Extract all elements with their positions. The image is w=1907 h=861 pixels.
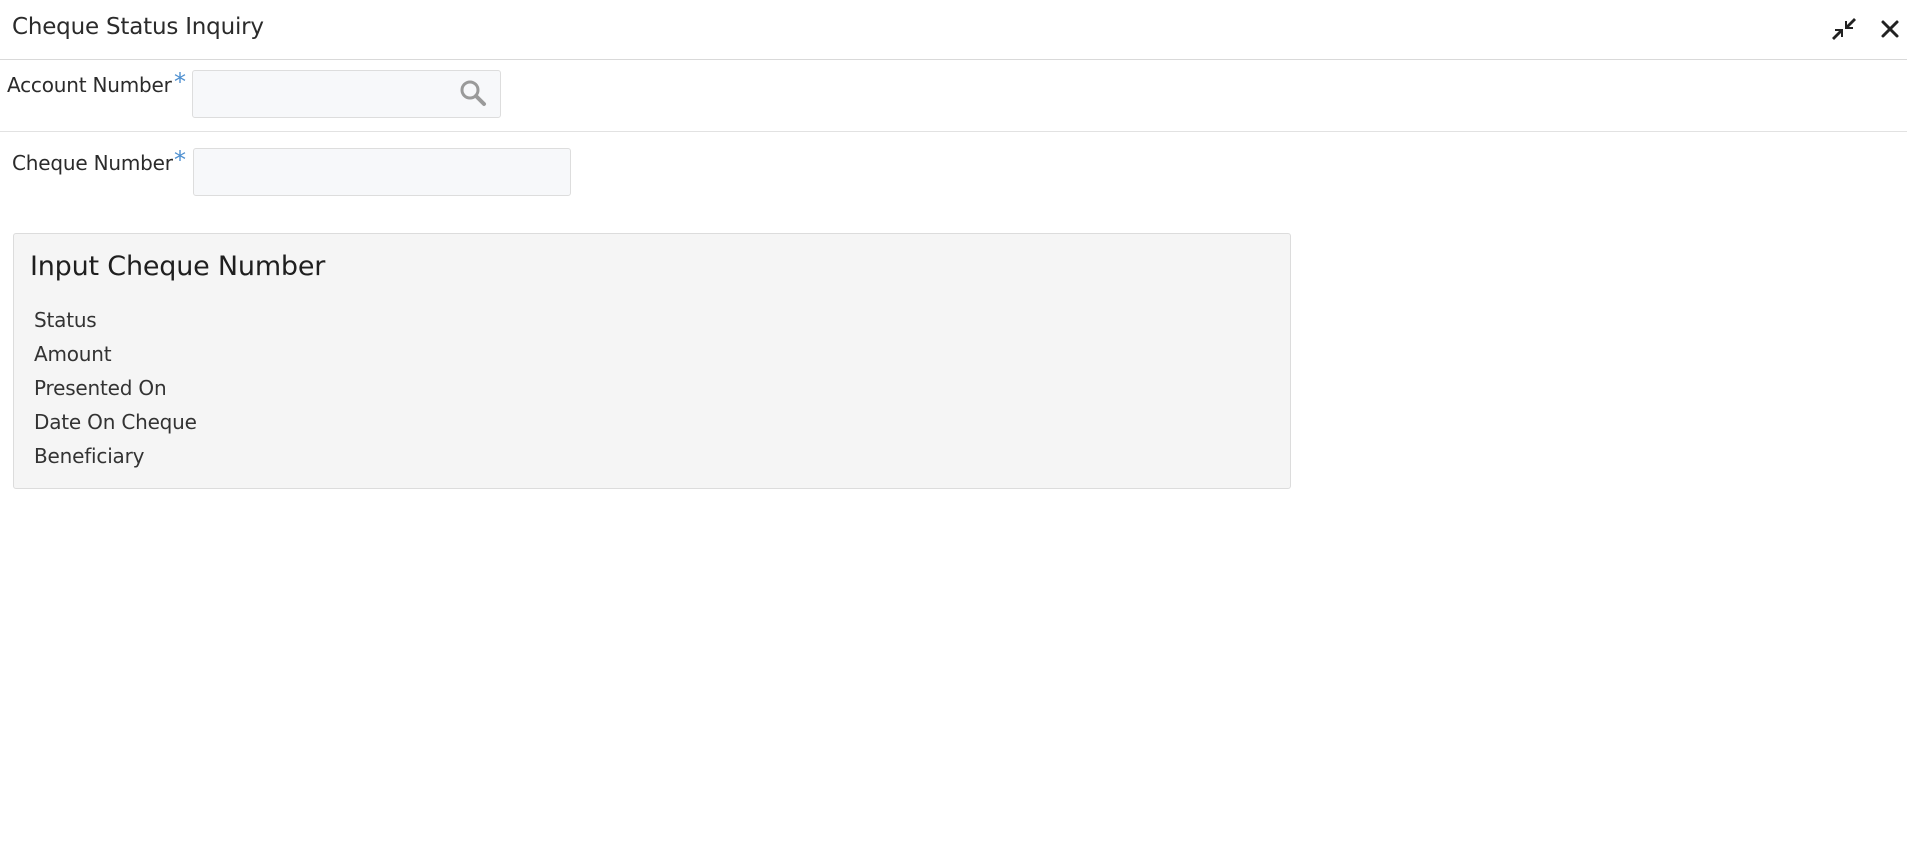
- window-title: Cheque Status Inquiry: [12, 14, 264, 40]
- status-label: Status: [34, 308, 97, 332]
- account-number-required-marker: *: [174, 68, 186, 96]
- panel-title: Input Cheque Number: [30, 251, 326, 282]
- cheque-number-input[interactable]: [193, 148, 571, 196]
- account-number-input[interactable]: [192, 70, 501, 118]
- date-on-cheque-label: Date On Cheque: [34, 410, 197, 434]
- collapse-arrows-icon[interactable]: [1830, 15, 1858, 43]
- cheque-number-required-marker: *: [174, 146, 186, 174]
- cheque-number-label: Cheque Number: [12, 151, 173, 175]
- presented-on-label: Presented On: [34, 376, 167, 400]
- search-icon[interactable]: [458, 78, 488, 108]
- account-number-label: Account Number: [7, 73, 172, 97]
- cheque-status-panel: Input Cheque Number Status Amount Presen…: [13, 233, 1291, 489]
- title-bar: Cheque Status Inquiry: [0, 0, 1907, 60]
- beneficiary-label: Beneficiary: [34, 444, 145, 468]
- close-icon[interactable]: [1876, 15, 1904, 43]
- amount-label: Amount: [34, 342, 112, 366]
